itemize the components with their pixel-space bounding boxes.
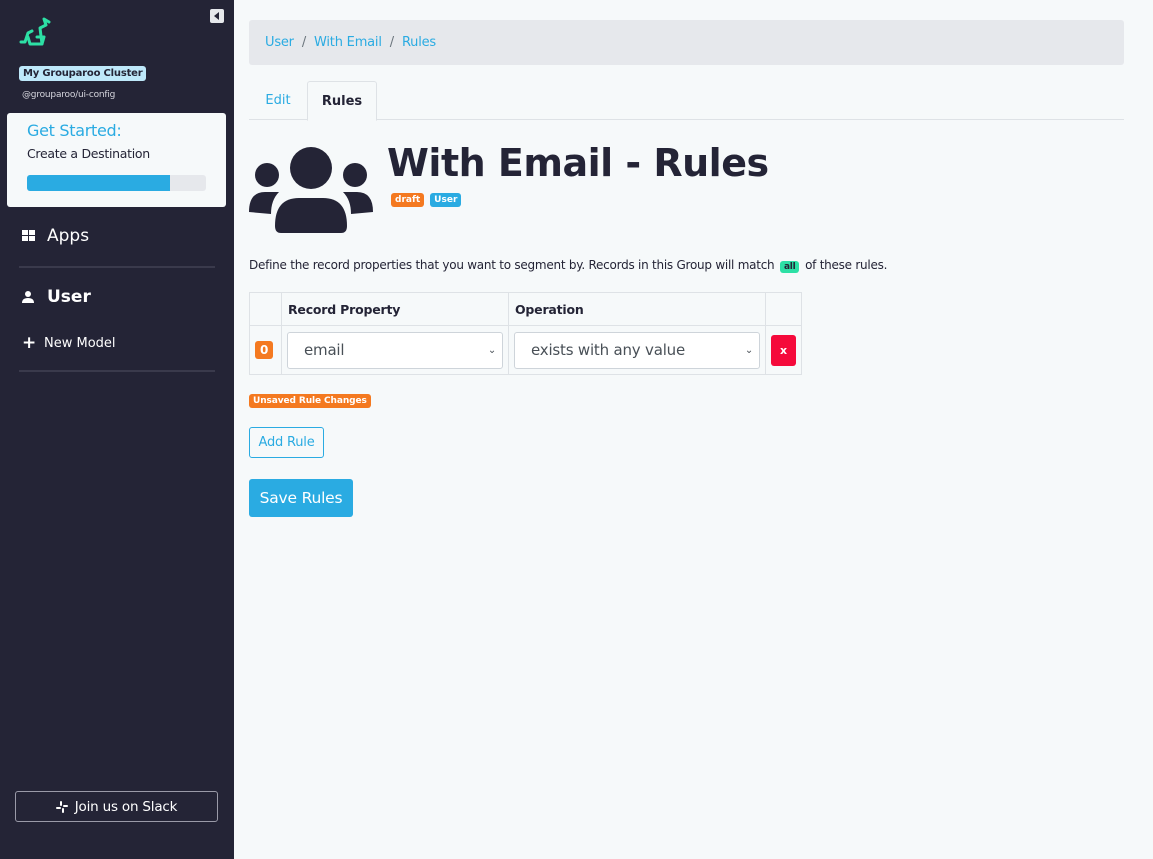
sidebar-item-label: Apps bbox=[47, 226, 90, 246]
sidebar-item-label: User bbox=[47, 287, 91, 307]
column-header-record-property: Record Property bbox=[281, 292, 509, 326]
rules-table: Record Property Operation 0 email ⌄ exis… bbox=[249, 292, 802, 375]
delete-cell: x bbox=[765, 325, 802, 375]
chevron-down-icon: ⌄ bbox=[487, 344, 496, 356]
get-started-card[interactable]: Get Started: Create a Destination bbox=[7, 113, 226, 207]
page-title: With Email - Rules bbox=[387, 141, 769, 185]
rule-index-cell: 0 bbox=[249, 325, 282, 375]
title-badges: draft User bbox=[391, 193, 462, 207]
progress-fill bbox=[27, 175, 171, 191]
operation-cell: exists with any value ⌄ bbox=[508, 325, 766, 375]
sidebar-item-new-model[interactable]: + New Model bbox=[22, 333, 116, 353]
record-property-select[interactable]: email ⌄ bbox=[287, 331, 503, 369]
users-group-icon bbox=[249, 147, 373, 233]
delete-rule-button[interactable]: x bbox=[771, 334, 796, 366]
column-header-actions bbox=[765, 292, 802, 326]
grid-icon bbox=[22, 230, 35, 241]
grouparoo-logo-icon[interactable] bbox=[18, 15, 52, 49]
chevron-down-icon: ⌄ bbox=[744, 344, 753, 356]
unsaved-changes-badge: Unsaved Rule Changes bbox=[249, 394, 371, 408]
cluster-name-badge: My Grouparoo Cluster bbox=[19, 66, 147, 81]
description-text-end: of these rules. bbox=[805, 258, 888, 272]
breadcrumb-with-email[interactable]: With Email bbox=[314, 35, 382, 50]
user-icon bbox=[22, 291, 34, 303]
add-rule-button[interactable]: Add Rule bbox=[249, 427, 324, 458]
get-started-title: Get Started: bbox=[27, 121, 122, 140]
column-header-index bbox=[249, 292, 282, 326]
breadcrumb-separator: / bbox=[389, 35, 394, 50]
sidebar: My Grouparoo Cluster @grouparoo/ui-confi… bbox=[0, 0, 234, 859]
breadcrumb-separator: / bbox=[301, 35, 307, 50]
breadcrumb-rules[interactable]: Rules bbox=[402, 35, 436, 50]
match-type-badge: all bbox=[779, 261, 800, 273]
save-rules-button[interactable]: Save Rules bbox=[249, 479, 353, 517]
divider bbox=[19, 370, 215, 372]
table-row: 0 email ⌄ exists with any value ⌄ x bbox=[249, 325, 802, 375]
get-started-progress-bar bbox=[27, 175, 206, 191]
tab-edit[interactable]: Edit bbox=[249, 81, 307, 120]
operation-select[interactable]: exists with any value ⌄ bbox=[514, 331, 760, 369]
cluster-config-label: @grouparoo/ui-config bbox=[22, 90, 116, 100]
sidebar-item-label: New Model bbox=[44, 335, 116, 351]
column-header-operation: Operation bbox=[508, 292, 766, 326]
description-text: Define the record properties that you wa… bbox=[249, 258, 775, 272]
sidebar-item-user[interactable]: User bbox=[22, 287, 91, 307]
select-value: email bbox=[304, 341, 345, 359]
join-slack-button[interactable]: Join us on Slack bbox=[15, 791, 218, 822]
get-started-subtitle: Create a Destination bbox=[27, 146, 150, 161]
breadcrumb-user[interactable]: User bbox=[265, 35, 294, 50]
sidebar-item-apps[interactable]: Apps bbox=[22, 226, 89, 246]
tab-rules[interactable]: Rules bbox=[307, 81, 377, 121]
collapse-sidebar-button[interactable] bbox=[210, 9, 224, 23]
state-badge: draft bbox=[391, 193, 425, 207]
select-value: exists with any value bbox=[531, 341, 685, 359]
rule-index-badge: 0 bbox=[255, 341, 274, 359]
tab-bar: Edit Rules bbox=[249, 81, 1124, 121]
slack-icon bbox=[55, 800, 68, 813]
rules-description: Define the record properties that you wa… bbox=[249, 258, 888, 273]
divider bbox=[19, 266, 215, 268]
record-property-cell: email ⌄ bbox=[281, 325, 509, 375]
slack-button-label: Join us on Slack bbox=[74, 798, 178, 815]
model-badge: User bbox=[430, 193, 462, 207]
breadcrumb: User / With Email / Rules bbox=[249, 20, 1124, 65]
plus-icon: + bbox=[22, 333, 37, 353]
